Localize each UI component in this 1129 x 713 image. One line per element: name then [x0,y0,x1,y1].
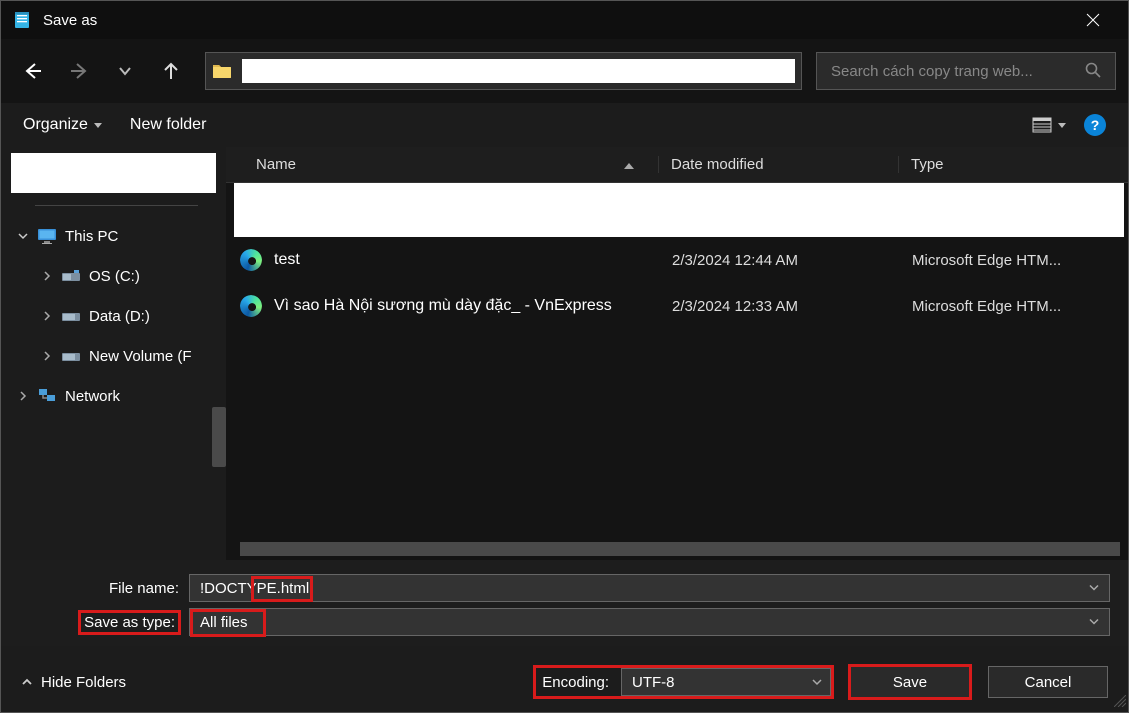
sort-indicator-icon [624,156,634,173]
window-title: Save as [43,12,1070,29]
address-bar[interactable] [205,52,802,90]
footer-form: File name: !DOCTYPE.html Save as type: A… [1,560,1128,646]
drive-icon [61,307,81,325]
tree-label: Network [65,388,222,405]
network-icon [37,387,57,405]
chevron-right-icon [41,271,53,281]
column-label: Type [911,156,944,173]
resize-grip-icon[interactable] [1114,694,1126,710]
tree-label: OS (C:) [89,268,222,285]
drive-icon [61,347,81,365]
organize-menu[interactable]: Organize [23,116,102,134]
column-name[interactable]: Name [226,156,658,173]
drive-icon [61,267,81,285]
save-as-type-label: Save as type: [80,612,179,633]
save-button[interactable]: Save [850,666,970,698]
forward-button[interactable] [59,51,99,91]
close-button[interactable] [1070,1,1116,39]
tree-label: New Volume (F [89,348,222,365]
hide-folders-button[interactable]: Hide Folders [21,674,126,691]
column-label: Name [256,156,296,173]
file-name: test [274,251,300,269]
save-as-type-select[interactable]: All files [189,608,1110,636]
recent-dropdown[interactable] [105,51,145,91]
tree-label: This PC [65,228,222,245]
new-folder-label: New folder [130,116,206,134]
file-name-input[interactable]: !DOCTYPE.html [189,574,1110,602]
up-button[interactable] [151,51,191,91]
column-date[interactable]: Date modified [658,156,898,173]
action-row: Hide Folders Encoding: UTF-8 Save Cancel [1,646,1128,712]
sidebar-item-network[interactable]: Network [11,376,222,416]
chevron-right-icon [41,311,53,321]
nav-row [1,39,1128,103]
sidebar: This PC OS (C:) Data (D:) New Volume (F [1,147,226,560]
column-label: Date modified [671,156,764,173]
tree-label: Data (D:) [89,308,222,325]
sidebar-item-drive-d[interactable]: Data (D:) [11,296,222,336]
address-path-redacted [242,59,795,83]
edge-file-icon [240,295,262,317]
notepad-icon [13,11,31,29]
list-view-icon [1032,117,1052,133]
file-type: Microsoft Edge HTM... [912,298,1128,315]
this-pc-icon [37,227,57,245]
sidebar-item-this-pc[interactable]: This PC [11,216,222,256]
new-folder-button[interactable]: New folder [130,116,206,134]
file-row[interactable]: Vì sao Hà Nội sương mù dày đặc_ - VnExpr… [226,283,1128,329]
sidebar-redacted [11,153,216,193]
search-icon[interactable] [1085,62,1101,81]
chevron-down-icon [1058,123,1066,128]
back-button[interactable] [13,51,53,91]
sidebar-item-drive-c[interactable]: OS (C:) [11,256,222,296]
column-type[interactable]: Type [898,156,1128,173]
chevron-down-icon [812,674,822,691]
cancel-button[interactable]: Cancel [988,666,1108,698]
file-pane: Name Date modified Type test 2/3/2024 12… [226,147,1128,560]
chevron-right-icon [41,351,53,361]
file-row[interactable]: test 2/3/2024 12:44 AM Microsoft Edge HT… [226,237,1128,283]
chevron-down-icon [17,231,29,241]
folder-icon [212,63,232,79]
hide-folders-label: Hide Folders [41,674,126,691]
column-headers: Name Date modified Type [226,147,1128,183]
divider [35,205,198,206]
file-date: 2/3/2024 12:33 AM [672,298,912,315]
save-label: Save [893,674,927,691]
sidebar-scrollbar[interactable] [212,407,226,467]
file-name-label: File name: [19,580,189,597]
view-mode-button[interactable] [1032,117,1066,133]
encoding-value: UTF-8 [632,674,675,691]
help-button[interactable]: ? [1084,114,1106,136]
edge-file-icon [240,249,262,271]
toolbar: Organize New folder ? [1,103,1128,147]
cancel-label: Cancel [1025,674,1072,691]
file-type: Microsoft Edge HTM... [912,252,1128,269]
chevron-up-icon [21,676,33,688]
sidebar-item-drive-f[interactable]: New Volume (F [11,336,222,376]
chevron-down-icon [1089,614,1099,631]
titlebar: Save as [1,1,1128,39]
chevron-right-icon [17,391,29,401]
encoding-select[interactable]: UTF-8 [621,668,831,696]
chevron-down-icon [1089,580,1099,597]
chevron-down-icon [94,123,102,128]
file-name: Vì sao Hà Nội sương mù dày đặc_ - VnExpr… [274,297,612,315]
organize-label: Organize [23,116,88,134]
horizontal-scrollbar[interactable] [240,542,1120,556]
file-date: 2/3/2024 12:44 AM [672,252,912,269]
encoding-label: Encoding: [536,674,615,691]
file-row-redacted [234,183,1124,237]
search-input[interactable] [831,63,1077,80]
search-box[interactable] [816,52,1116,90]
